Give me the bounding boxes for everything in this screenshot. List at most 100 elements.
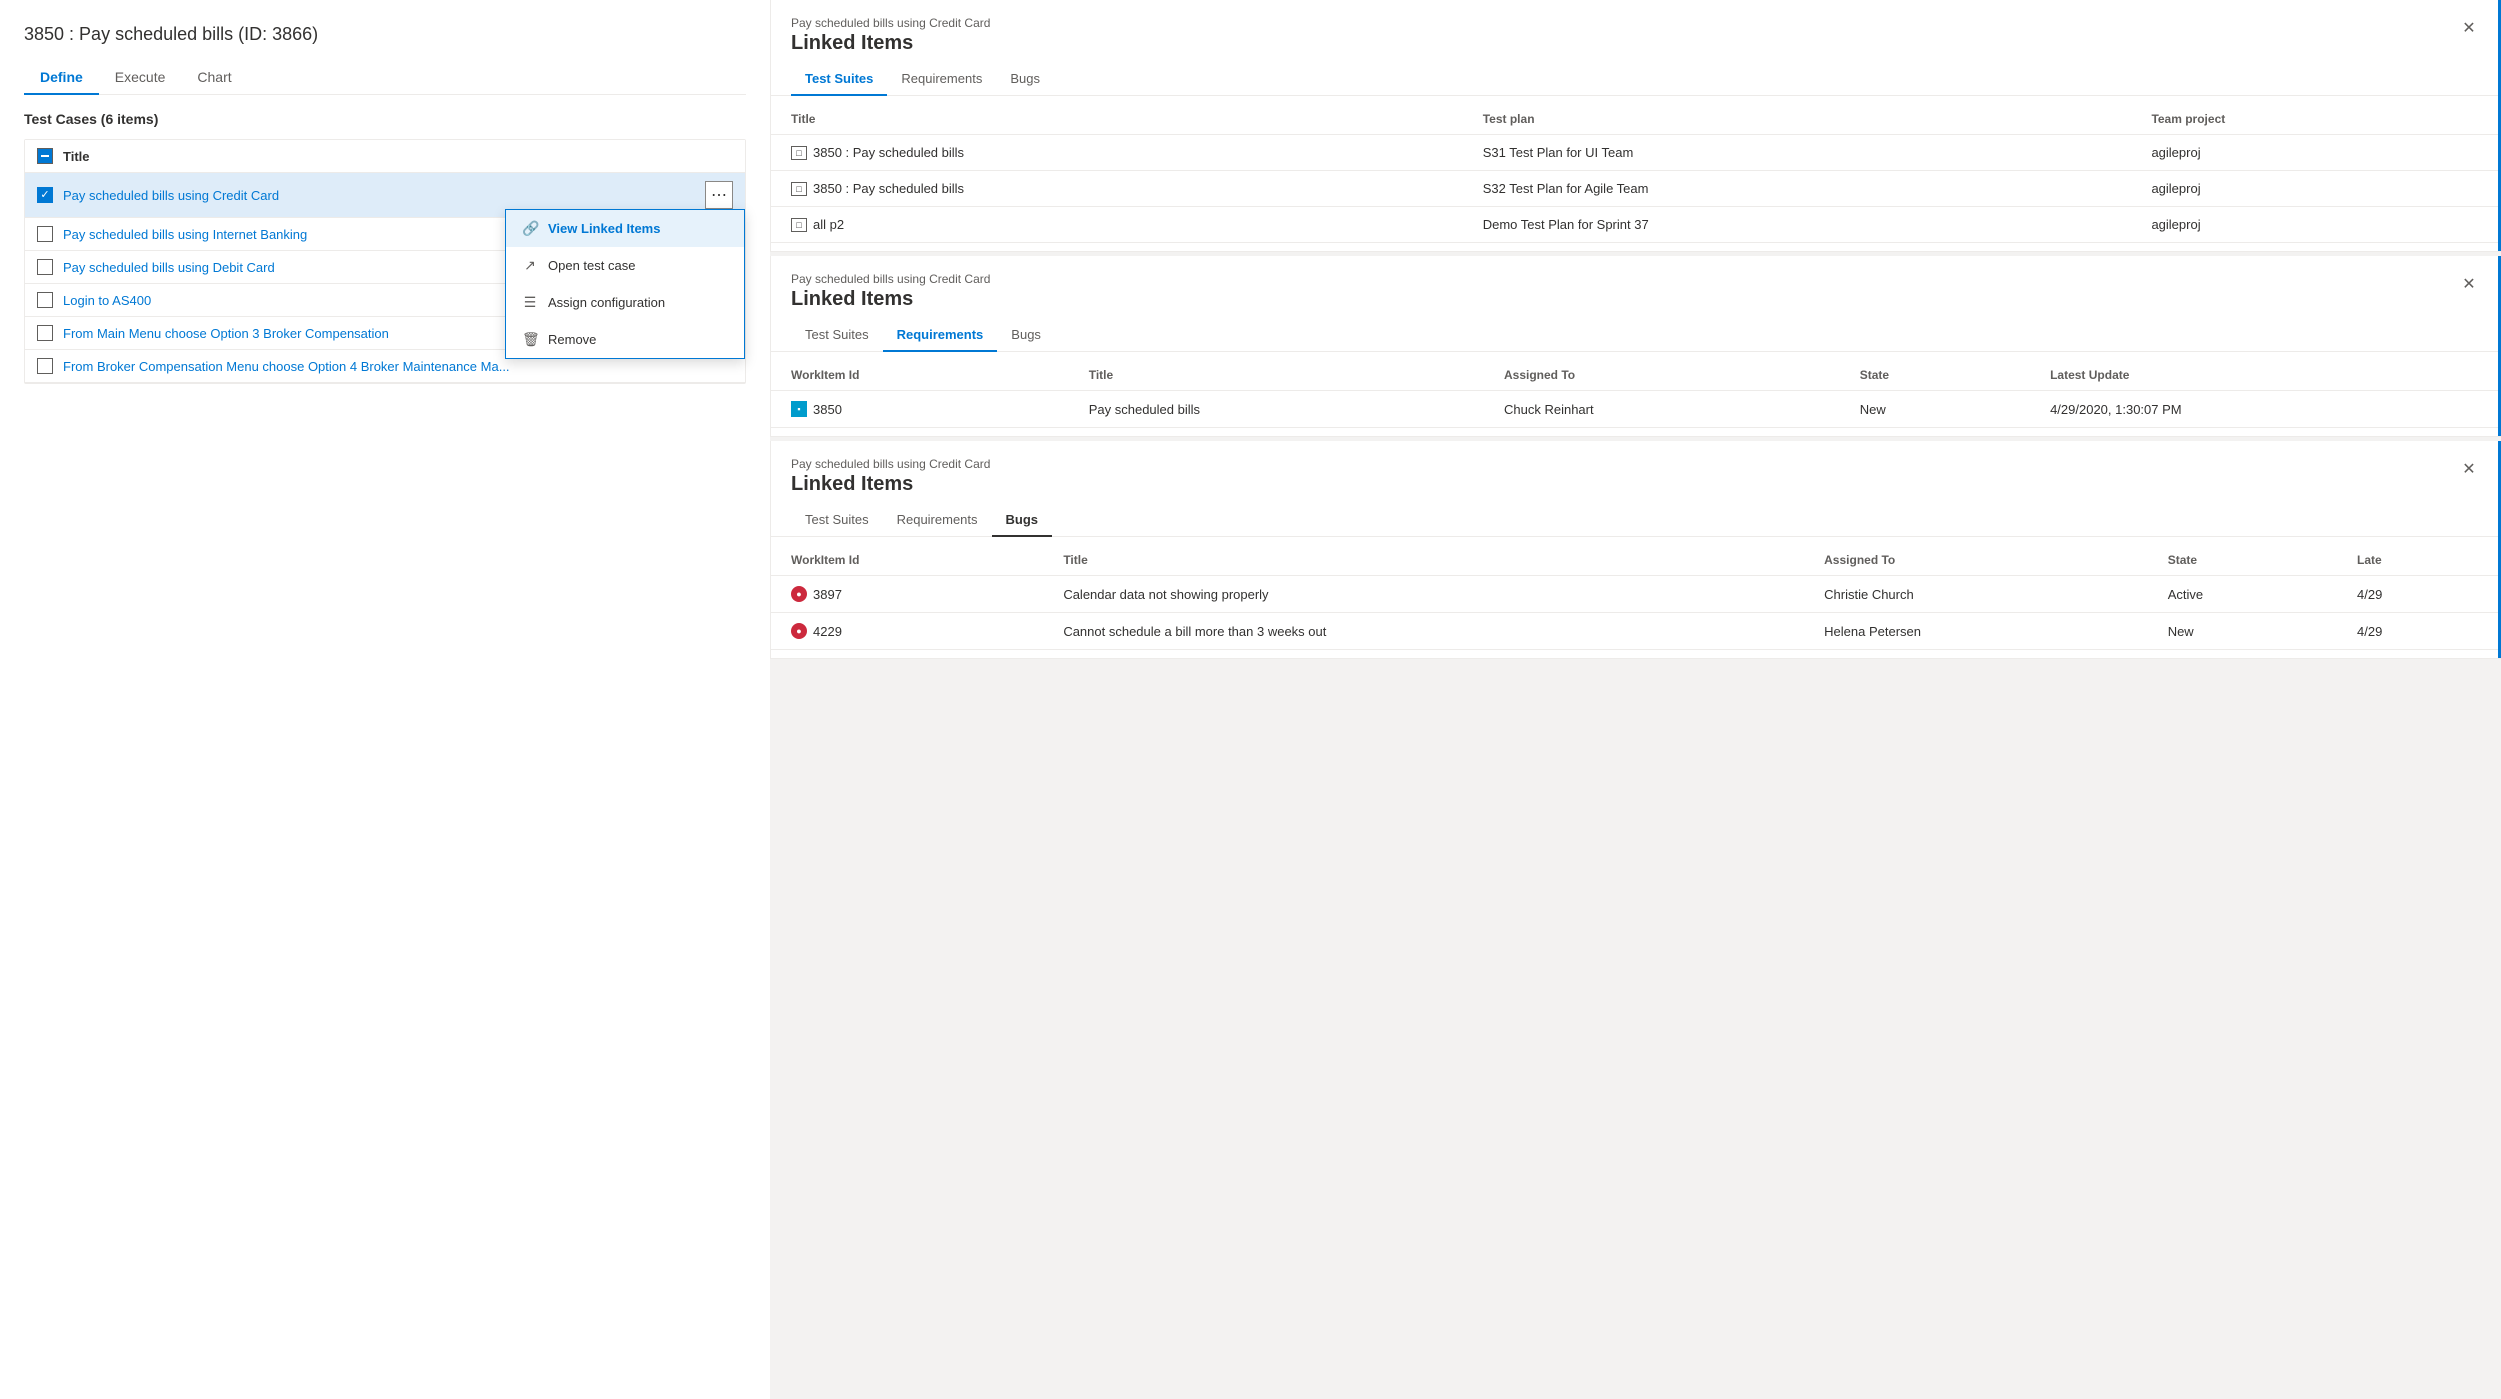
panel-table-0: Title Test plan Team project □ 3850 : Pa… <box>771 104 2501 243</box>
bug-icon: ● <box>791 586 807 602</box>
panel-header-2: Pay scheduled bills using Credit Card Li… <box>771 441 2501 496</box>
menu-item-view-linked[interactable]: 🔗 View Linked Items <box>506 210 744 247</box>
cell-state-1-0: New <box>1840 391 2030 428</box>
cell-title-1-0: Pay scheduled bills <box>1069 391 1484 428</box>
linked-panel-2: Pay scheduled bills using Credit Card Li… <box>770 441 2501 659</box>
cell-testplan-0-0: S31 Test Plan for UI Team <box>1463 135 2132 171</box>
col-header-assignedto-1: Assigned To <box>1484 360 1840 391</box>
panel-tab-requirements-1[interactable]: Requirements <box>883 319 998 352</box>
menu-item-assign-config[interactable]: ☰ Assign configuration <box>506 284 744 321</box>
panel-tabs-0: Test Suites Requirements Bugs <box>771 63 2501 96</box>
tab-define[interactable]: Define <box>24 61 99 95</box>
open-icon: ↗ <box>522 257 538 274</box>
cell-teamproject-0-1: agileproj <box>2131 171 2501 207</box>
panel-subtitle-2: Pay scheduled bills using Credit Card <box>791 457 990 471</box>
panel-tab-bugs-2[interactable]: Bugs <box>992 504 1053 537</box>
panel-tab-requirements-2[interactable]: Requirements <box>883 504 992 537</box>
cell-teamproject-0-2: agileproj <box>2131 207 2501 243</box>
close-button-1[interactable]: ✕ <box>2457 272 2481 296</box>
panel-tab-bugs-0[interactable]: Bugs <box>996 63 1054 96</box>
table-row: ▪ 3850 Pay scheduled bills Chuck Reinhar… <box>771 391 2501 428</box>
cell-assignedto-2-1: Helena Petersen <box>1804 613 2148 650</box>
menu-item-assign-label: Assign configuration <box>548 295 665 310</box>
col-header-late-2: Late <box>2337 545 2501 576</box>
cell-workitemid-2-0[interactable]: ● 3897 <box>771 576 1043 613</box>
panel-tab-requirements-0[interactable]: Requirements <box>887 63 996 96</box>
panel-tab-test-suites-2[interactable]: Test Suites <box>791 504 883 537</box>
panel-tab-test-suites-0[interactable]: Test Suites <box>791 63 887 96</box>
row-checkbox-0[interactable] <box>37 187 53 203</box>
linked-panel-1: Pay scheduled bills using Credit Card Li… <box>770 256 2501 437</box>
panel-title-0: Linked Items <box>791 32 990 55</box>
panel-tab-bugs-1[interactable]: Bugs <box>997 319 1055 352</box>
row-checkbox-2[interactable] <box>37 259 53 275</box>
menu-item-open-label: Open test case <box>548 258 635 273</box>
panel-title-2: Linked Items <box>791 473 990 496</box>
row-menu-button-0[interactable]: ⋯ <box>705 181 733 209</box>
cell-title-0-2[interactable]: □ all p2 <box>771 207 1463 243</box>
table-row: □ 3850 : Pay scheduled bills S32 Test Pl… <box>771 171 2501 207</box>
menu-item-remove-label: Remove <box>548 332 596 347</box>
col-header-workitemid-2: WorkItem Id <box>771 545 1043 576</box>
cell-title-0-0[interactable]: □ 3850 : Pay scheduled bills <box>771 135 1463 171</box>
close-button-2[interactable]: ✕ <box>2457 457 2481 481</box>
page-title: 3850 : Pay scheduled bills (ID: 3866) <box>24 24 746 45</box>
row-label-5: From Broker Compensation Menu choose Opt… <box>63 359 733 374</box>
menu-item-open-test-case[interactable]: ↗ Open test case <box>506 247 744 284</box>
col-header-state-1: State <box>1840 360 2030 391</box>
remove-icon: 🗑 <box>522 331 538 348</box>
panel-title-1: Linked Items <box>791 288 990 311</box>
test-cases-container: Title Pay scheduled bills using Credit C… <box>24 139 746 384</box>
row-label-0: Pay scheduled bills using Credit Card <box>63 188 695 203</box>
panel-tabs-1: Test Suites Requirements Bugs <box>771 319 2501 352</box>
linked-panel-0: Pay scheduled bills using Credit Card Li… <box>770 0 2501 252</box>
panel-tabs-2: Test Suites Requirements Bugs <box>771 504 2501 537</box>
table-header: Title <box>25 140 745 173</box>
col-header-state-2: State <box>2148 545 2337 576</box>
col-header-title-1: Title <box>1069 360 1484 391</box>
assign-icon: ☰ <box>522 294 538 311</box>
cell-workitemid-1-0[interactable]: ▪ 3850 <box>771 391 1069 428</box>
cell-workitemid-2-1[interactable]: ● 4229 <box>771 613 1043 650</box>
row-checkbox-5[interactable] <box>37 358 53 374</box>
select-all-checkbox[interactable] <box>37 148 53 164</box>
panel-table-2: WorkItem Id Title Assigned To State Late… <box>771 545 2501 650</box>
right-panels: Pay scheduled bills using Credit Card Li… <box>770 0 2501 1399</box>
close-button-0[interactable]: ✕ <box>2457 16 2481 40</box>
panel-subtitle-0: Pay scheduled bills using Credit Card <box>791 16 990 30</box>
suite-icon: □ <box>791 218 807 232</box>
cell-state-2-0: Active <box>2148 576 2337 613</box>
panel-header-0: Pay scheduled bills using Credit Card Li… <box>771 0 2501 55</box>
col-header-teamproject-0: Team project <box>2131 104 2501 135</box>
col-header-testplan-0: Test plan <box>1463 104 2132 135</box>
row-checkbox-1[interactable] <box>37 226 53 242</box>
col-header-title-0: Title <box>771 104 1463 135</box>
cell-state-2-1: New <box>2148 613 2337 650</box>
bug-icon: ● <box>791 623 807 639</box>
cell-title-2-0: Calendar data not showing properly <box>1043 576 1804 613</box>
menu-item-remove[interactable]: 🗑 Remove <box>506 321 744 358</box>
left-panel: 3850 : Pay scheduled bills (ID: 3866) De… <box>0 0 770 1399</box>
col-header-title-2: Title <box>1043 545 1804 576</box>
suite-icon: □ <box>791 146 807 160</box>
col-header-workitemid-1: WorkItem Id <box>771 360 1069 391</box>
row-checkbox-4[interactable] <box>37 325 53 341</box>
cell-assignedto-1-0: Chuck Reinhart <box>1484 391 1840 428</box>
cell-assignedto-2-0: Christie Church <box>1804 576 2148 613</box>
menu-item-view-linked-label: View Linked Items <box>548 221 660 236</box>
cell-late-2-0: 4/29 <box>2337 576 2501 613</box>
tab-bar: Define Execute Chart <box>24 61 746 95</box>
context-menu: 🔗 View Linked Items ↗ Open test case ☰ A… <box>505 209 745 359</box>
panel-table-1: WorkItem Id Title Assigned To State Late… <box>771 360 2501 428</box>
panel-tab-test-suites-1[interactable]: Test Suites <box>791 319 883 352</box>
panel-subtitle-1: Pay scheduled bills using Credit Card <box>791 272 990 286</box>
link-icon: 🔗 <box>522 220 538 237</box>
tab-chart[interactable]: Chart <box>181 61 247 95</box>
tab-execute[interactable]: Execute <box>99 61 182 95</box>
cell-testplan-0-2: Demo Test Plan for Sprint 37 <box>1463 207 2132 243</box>
row-checkbox-3[interactable] <box>37 292 53 308</box>
panel-header-1: Pay scheduled bills using Credit Card Li… <box>771 256 2501 311</box>
cell-title-0-1[interactable]: □ 3850 : Pay scheduled bills <box>771 171 1463 207</box>
test-row[interactable]: Pay scheduled bills using Credit Card ⋯ … <box>25 173 745 218</box>
table-row: □ 3850 : Pay scheduled bills S31 Test Pl… <box>771 135 2501 171</box>
